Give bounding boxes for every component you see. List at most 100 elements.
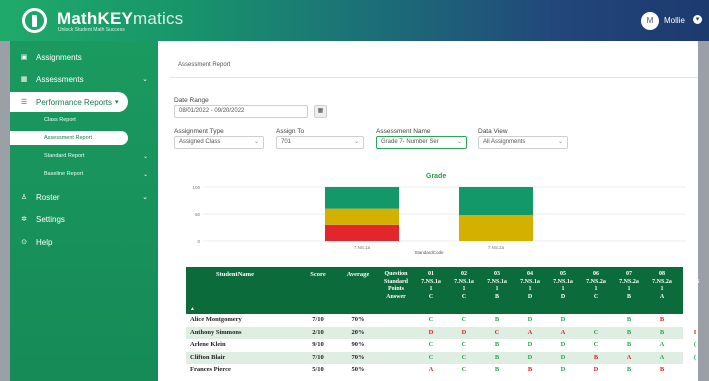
sidebar-subitem-class-report[interactable]: Class Report [10, 113, 158, 127]
answer-cell: B [626, 316, 632, 323]
question-pts: 1 [594, 286, 598, 292]
main-content: Assessment Report Date Range 08/01/2022 … [158, 41, 699, 381]
table-row[interactable]: Anthony Simmons 2/10 20% D D C A A C B B I [186, 326, 696, 339]
column-header-question: 05 7.NS.1a 1 D [546, 271, 580, 301]
answer-cell: B [626, 341, 632, 348]
assignment-type-select[interactable]: Assigned Class ⌄ [174, 136, 264, 149]
assign-to-label: Assign To [276, 128, 305, 135]
question-ans: C [428, 293, 434, 300]
answer-cell: A [626, 353, 632, 361]
chart-title: Grade [426, 173, 447, 180]
answer-cell: C [461, 353, 467, 361]
answer-cell: A [659, 341, 665, 348]
points-label: Points [387, 286, 404, 292]
answer-cell: ( [693, 353, 697, 361]
sidebar-item-help[interactable]: ⊙ Help [10, 232, 158, 252]
list-icon: ☰ [20, 99, 28, 106]
sidebar-subitem-label: Class Report [44, 117, 76, 123]
date-range-label: Date Range [174, 97, 209, 104]
table-row[interactable]: Clifton Blair 7/10 70% C C B D D B A A ( [186, 351, 696, 364]
bar-segment[interactable] [459, 215, 533, 241]
clipboard-icon: ▣ [20, 54, 28, 61]
data-view-select[interactable]: All Assignments ⌄ [478, 136, 568, 149]
answer-cell: B [527, 366, 533, 373]
bar-segment[interactable] [325, 224, 399, 241]
question-ans: B [626, 293, 631, 300]
column-header-question: 01 7.NS.1a 1 C [414, 271, 448, 301]
gear-icon: ✲ [21, 216, 27, 223]
sidebar-item-performance-reports[interactable]: ☰ Performance Reports ▾ [10, 92, 128, 112]
answer-cell: A [527, 328, 533, 336]
chevron-down-icon: ⌄ [142, 194, 148, 201]
student-name-cell: Clifton Blair [190, 353, 226, 361]
chevron-down-icon: ⌄ [142, 153, 148, 160]
assign-to-select[interactable]: 701 ⌄ [276, 136, 364, 149]
sidebar-subitem-assessment-report[interactable]: Assessment Report [10, 131, 128, 145]
user-avatar[interactable]: M [641, 12, 659, 30]
bar-segment[interactable] [459, 187, 533, 216]
column-header-student-name[interactable]: StudentName [190, 271, 280, 278]
date-range-input[interactable]: 08/01/2022 - 09/20/2022 [174, 105, 308, 118]
column-header-question: 03 7.NS.1a 1 B [480, 271, 514, 301]
mathkey-logo-icon[interactable] [22, 8, 47, 33]
bar-segment[interactable] [325, 187, 399, 209]
assessment-name-label: Assessment Name [376, 128, 431, 135]
sidebar-item-settings[interactable]: ✲ Settings [10, 209, 158, 229]
divider [170, 77, 698, 78]
answer-cell: C [593, 341, 599, 348]
column-header-score[interactable]: Score [298, 271, 338, 278]
results-table: StudentName Score Average Question Stand… [186, 267, 699, 381]
answer-cell: A [428, 366, 434, 373]
answer-cell: D [527, 353, 533, 361]
answer-cell: B [659, 316, 665, 323]
answer-cell: C [494, 328, 500, 336]
assessment-name-select[interactable]: Grade 7- Number Ser ⌄ [376, 136, 467, 149]
question-std1: 7.N [690, 278, 700, 285]
column-header-question: 07 7.NS.2a 1 B [612, 271, 646, 301]
question-ans: C [461, 293, 467, 300]
question-pts: 1 [660, 286, 664, 292]
calendar-icon[interactable]: ▦ [314, 105, 327, 118]
question-std1: 7.NS.1a [520, 278, 540, 285]
bar-segment[interactable] [325, 208, 399, 225]
answer-cell: B [659, 328, 665, 336]
brand-tagline: Unlock Student Math Success [58, 27, 125, 33]
score-cell: 9/10 [312, 341, 324, 348]
sidebar-subitem-label: Standard Report [44, 153, 85, 159]
question-num: 08 [659, 271, 665, 277]
sidebar-item-assignments[interactable]: ▣ Assignments [10, 47, 158, 67]
question-ans: D [527, 293, 533, 300]
sidebar-item-label: Roster [36, 192, 60, 202]
chevron-down-icon: ⌄ [353, 139, 359, 145]
table-row[interactable]: Arlene Klein 9/10 90% C C B D D C B A ( [186, 339, 696, 351]
assignment-type-label: Assignment Type [174, 128, 224, 135]
sidebar-item-assessments[interactable]: ▦ Assessments ⌄ [10, 69, 158, 89]
column-header-average[interactable]: Average [338, 271, 378, 278]
question-std1: 7.NS.2a [586, 278, 606, 285]
sort-asc-icon[interactable]: ▲ [190, 306, 195, 312]
question-num: 0 [693, 271, 697, 277]
brand-name[interactable]: MathKEYmatics [57, 9, 183, 29]
column-header-question: 06 7.NS.2a 1 C [579, 271, 613, 301]
user-menu-caret-icon[interactable]: ▾ [693, 15, 702, 24]
student-name-cell: Anthony Simmons [190, 328, 242, 336]
question-pts: 1 [462, 286, 466, 292]
answer-cell: D [560, 341, 566, 348]
table-row[interactable]: Alice Montgomery 7/10 70% C C B D D B B [186, 314, 683, 326]
average-cell: 70% [351, 316, 365, 323]
table-row[interactable]: Frances Pierce 5/10 50% A C B B D D B B [186, 364, 683, 376]
sidebar-item-roster[interactable]: ♙ Roster ⌄ [10, 187, 158, 207]
sidebar-subitem-standard-report[interactable]: Standard Report ⌄ [10, 149, 158, 163]
answer-cell: A [560, 328, 566, 336]
question-ans: B [494, 293, 499, 300]
sidebar-subitem-baseline-report[interactable]: Baseline Report ⌄ [10, 167, 158, 181]
column-header-question: 04 7.NS.1a 1 D [513, 271, 547, 301]
answer-cell: B [659, 366, 665, 373]
answer-cell: ( [693, 341, 697, 348]
answer-cell: I [693, 328, 697, 336]
answer-cell: B [494, 366, 500, 373]
answer-label: Answer [386, 293, 406, 300]
score-cell: 5/10 [312, 366, 324, 373]
user-name[interactable]: Mollie [664, 16, 685, 25]
page-title: Assessment Report [178, 62, 231, 68]
